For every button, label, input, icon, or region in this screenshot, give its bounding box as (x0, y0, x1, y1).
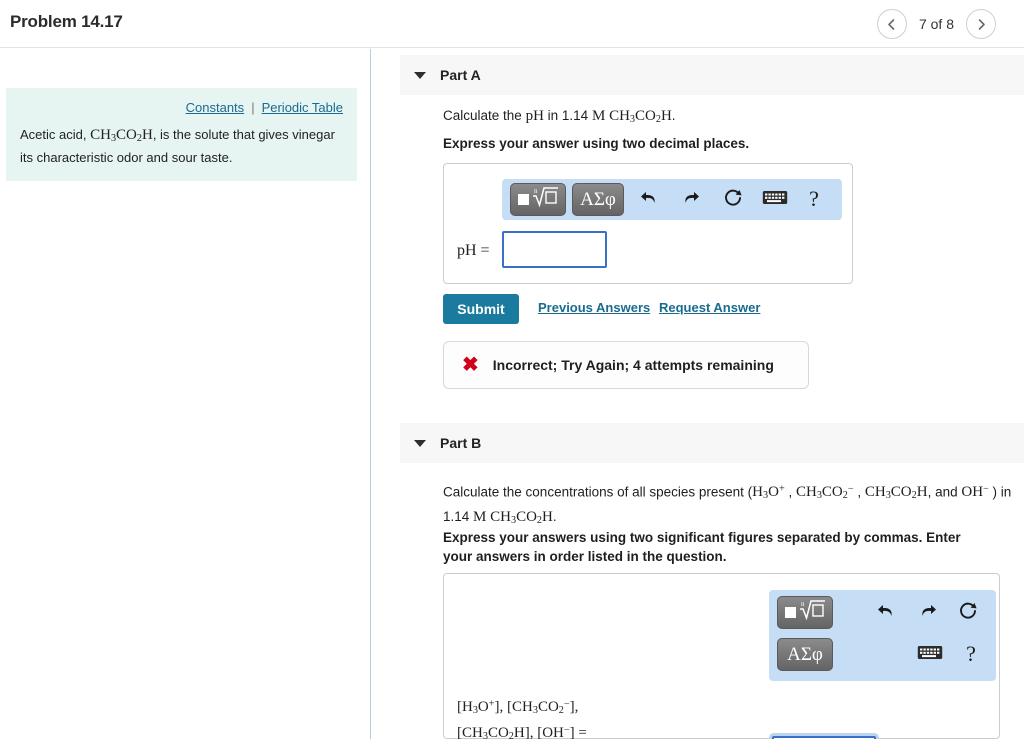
keyboard-button[interactable] (760, 189, 790, 211)
reset-button[interactable] (720, 187, 746, 213)
part-b-instruction-line2: your answers in order listed in the ques… (443, 549, 727, 564)
template-icon-b: n (783, 598, 827, 627)
chevron-down-icon-b[interactable] (414, 439, 426, 447)
info-panel: Constants | Periodic Table Acetic acid, CH… (6, 88, 357, 182)
page-indicator: 7 of 8 (918, 16, 954, 32)
template-icon: n (516, 185, 560, 214)
part-a-feedback-text: Incorrect; Try Again; 4 attempts remaini… (492, 357, 774, 373)
part-b-field-label-line2: [CH3CO2H], [OH−] = (457, 724, 587, 739)
math-template-button[interactable]: n (510, 183, 566, 216)
part-b-instruction-line1: Express your answers using two significa… (443, 530, 961, 545)
undo-icon (639, 189, 659, 212)
chevron-right-icon (976, 18, 987, 31)
symbols-label: ΑΣφ (580, 189, 616, 210)
redo-icon (681, 189, 701, 212)
help-icon: ? (809, 186, 819, 211)
part-a-answer-box: n ΑΣφ ? pH = (443, 163, 853, 284)
math-template-button-b[interactable]: n (777, 596, 833, 629)
page-header: Problem 14.17 7 of 8 (0, 0, 1024, 48)
part-a-question: Calculate the pH in 1.14 M CH3CO2H. (443, 108, 676, 126)
reset-button-b[interactable] (955, 600, 981, 626)
formula-acetic-acid-b2: CH3CO2H (490, 508, 553, 526)
part-b-question: Calculate the concentrations of all spec… (443, 484, 1012, 526)
info-panel-links: Constants | Periodic Table (20, 100, 343, 115)
keyboard-icon (762, 189, 788, 211)
molarity-symbol: M (591, 108, 606, 124)
help-button-b[interactable]: ? (959, 640, 983, 668)
pagination: 7 of 8 (876, 9, 996, 39)
chevron-left-icon (886, 18, 897, 31)
part-a-field-label: pH = (457, 242, 490, 259)
previous-problem-button[interactable] (876, 9, 907, 39)
part-a-feedback: ✖ Incorrect; Try Again; 4 attempts remai… (443, 341, 809, 389)
formula-acetic-acid-b1: CH3CO2H (864, 484, 928, 502)
part-a-label: Part A (440, 67, 481, 83)
formula-acetate: CH3CO2− (795, 484, 854, 502)
part-b-field-label: [H3O+], [CH3CO2−], [CH3CO2H], [OH−] = (457, 695, 757, 739)
keyboard-button-b[interactable] (915, 644, 945, 666)
constants-link[interactable]: Constants (186, 100, 245, 115)
link-separator: | (251, 100, 255, 115)
formula-hydronium: H3O+ (752, 484, 785, 502)
reset-icon (723, 188, 743, 213)
molarity-symbol-b: M (473, 508, 487, 525)
part-a-header[interactable]: Part A (400, 55, 1024, 95)
problem-statement: Acetic acid, CH3CO2H, is the solute that… (20, 127, 335, 166)
part-a-request-answer-link[interactable]: Request Answer (659, 300, 760, 315)
problem-page: Problem 14.17 7 of 8 Constants | Periodic … (0, 0, 1024, 739)
keyboard-icon-b (917, 644, 943, 666)
help-icon-b: ? (966, 641, 976, 666)
undo-button-b[interactable] (873, 600, 899, 626)
svg-text:n: n (801, 600, 805, 608)
part-b-answer-box: n ΑΣφ ? [H3O+], [CH3CO2−], [CH3CO2H], [O… (443, 573, 1000, 739)
formula-acetic-acid-a: CH3CO2H (609, 108, 672, 126)
math-symbols-button[interactable]: ΑΣφ (572, 183, 624, 216)
part-b-math-toolbar: n ΑΣφ ? (769, 590, 996, 681)
part-a-submit-button[interactable]: Submit (443, 294, 519, 324)
page-title: Problem 14.17 (10, 12, 123, 31)
redo-icon-b (918, 602, 938, 625)
undo-button[interactable] (636, 187, 662, 213)
part-b-label: Part B (440, 435, 482, 451)
part-b-instruction: Express your answers using two significa… (443, 528, 988, 566)
help-button[interactable]: ? (802, 185, 826, 213)
part-a-instruction: Express your answer using two decimal pl… (443, 136, 750, 151)
ph-symbol: pH (525, 108, 544, 124)
symbols-label-b: ΑΣφ (787, 644, 823, 665)
reset-icon-b (958, 601, 978, 626)
part-a-answer-input[interactable] (502, 231, 607, 268)
chevron-down-icon[interactable] (414, 71, 426, 79)
part-b-field-label-line1: [H3O+], [CH3CO2−], (457, 699, 579, 717)
formula-acetic-acid: CH3CO2H (90, 127, 153, 145)
formula-hydroxide: OH− (961, 484, 989, 501)
problem-info-column: Constants | Periodic Table Acetic acid, CH… (0, 49, 371, 739)
part-b-header[interactable]: Part B (400, 423, 1024, 463)
x-mark-icon: ✖ (462, 354, 479, 376)
next-problem-button[interactable] (966, 9, 996, 39)
parts-column: Part A Calculate the pH in 1.14 M CH3CO2… (372, 49, 1024, 739)
part-a-math-toolbar: n ΑΣφ ? (502, 179, 842, 220)
redo-button-b[interactable] (915, 600, 941, 626)
undo-icon-b (876, 602, 896, 625)
part-a-previous-answers-link[interactable]: Previous Answers (538, 300, 650, 315)
math-symbols-button-b[interactable]: ΑΣφ (777, 638, 833, 671)
svg-text:n: n (534, 187, 538, 195)
redo-button[interactable] (678, 187, 704, 213)
periodic-table-link[interactable]: Periodic Table (262, 100, 343, 115)
